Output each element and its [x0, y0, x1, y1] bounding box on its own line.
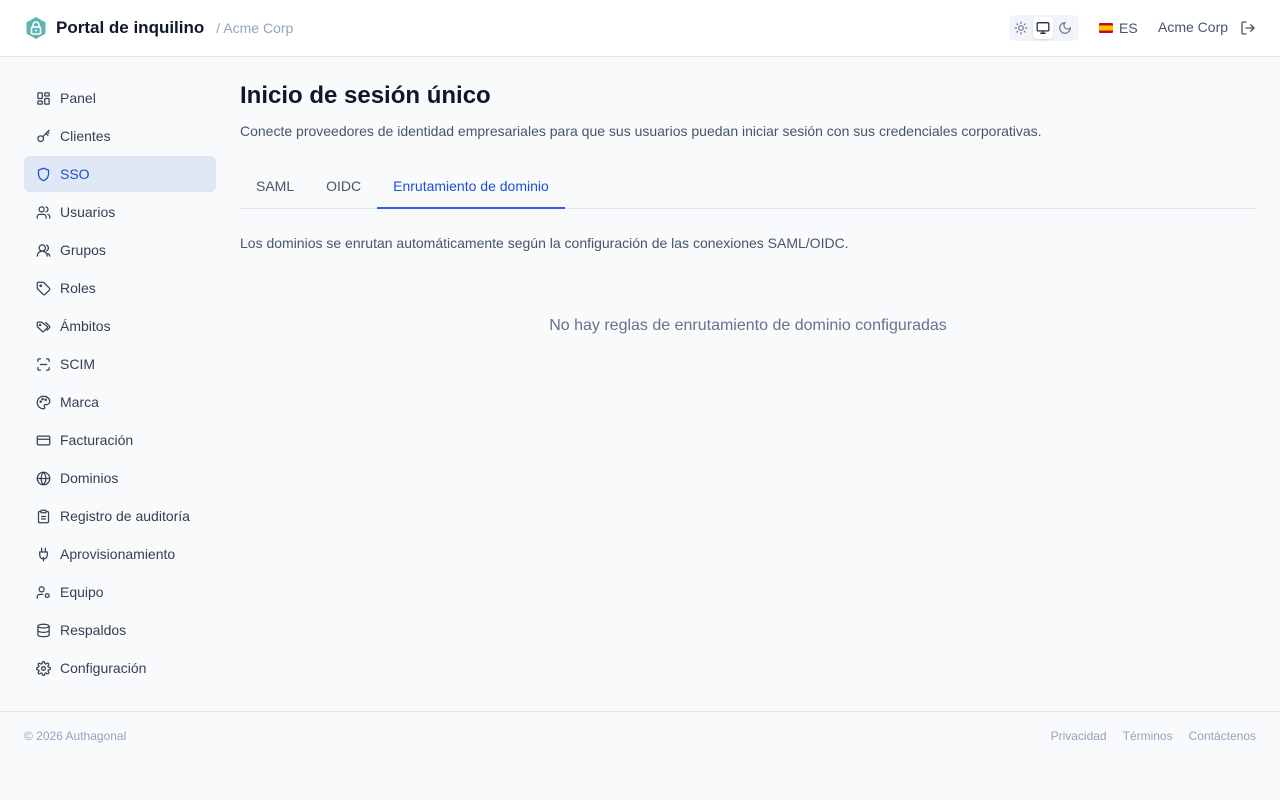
- sidebar-item-label: Clientes: [60, 128, 111, 144]
- sidebar-item-label: Configuración: [60, 660, 147, 676]
- tag-icon: [36, 281, 51, 295]
- sidebar-item-label: Dominios: [60, 470, 119, 486]
- theme-dark-button[interactable]: [1055, 17, 1075, 39]
- sidebar-item-aprovisionamiento[interactable]: Aprovisionamiento: [24, 536, 216, 572]
- moon-icon: [1059, 22, 1071, 34]
- sidebar-item-panel[interactable]: Panel: [24, 80, 216, 116]
- tab-saml[interactable]: SAML: [240, 165, 310, 209]
- sidebar-item-label: Panel: [60, 90, 96, 106]
- sidebar-item-label: Aprovisionamiento: [60, 546, 176, 562]
- sidebar-item-roles[interactable]: Roles: [24, 270, 216, 306]
- clipboard-icon: [37, 509, 50, 523]
- monitor-icon: [1036, 22, 1050, 34]
- sidebar-item-grupos[interactable]: Grupos: [24, 232, 216, 268]
- sidebar-item-marca[interactable]: Marca: [24, 384, 216, 420]
- theme-light-button[interactable]: [1011, 17, 1031, 39]
- logout-icon[interactable]: [1240, 20, 1256, 36]
- domain-routing-info: Los dominios se enrutan automáticamente …: [240, 235, 849, 251]
- sidebar-item-usuarios[interactable]: Usuarios: [24, 194, 216, 230]
- privacy-link[interactable]: Privacidad: [1051, 729, 1107, 743]
- sidebar-item-label: Marca: [60, 394, 99, 410]
- sidebar-item-label: Equipo: [60, 584, 104, 600]
- sidebar-item-scim[interactable]: SCIM: [24, 346, 216, 382]
- tags-icon: [36, 321, 51, 332]
- dashboard-icon: [37, 91, 50, 105]
- gear-icon: [36, 660, 51, 676]
- empty-state-message: No hay reglas de enrutamiento de dominio…: [549, 317, 947, 334]
- footer-links: Privacidad Términos Contáctenos: [1051, 729, 1256, 743]
- sidebar-item-registro-auditoria[interactable]: Registro de auditoría: [24, 498, 216, 534]
- top-bar: Portal de inquilino / Acme Corp ES Acme …: [0, 0, 1280, 57]
- sidebar-item-configuracion[interactable]: Configuración: [24, 650, 216, 686]
- group-icon: [36, 243, 51, 257]
- sidebar: Panel Clientes SSO Usuarios Grupos Roles…: [24, 80, 216, 688]
- account-name[interactable]: Acme Corp: [1158, 19, 1228, 35]
- sidebar-item-label: Respaldos: [60, 622, 127, 638]
- terms-link[interactable]: Términos: [1123, 729, 1173, 743]
- sidebar-item-label: Roles: [60, 280, 96, 296]
- language-selector[interactable]: ES: [1099, 19, 1138, 37]
- page-title: Inicio de sesión único: [240, 82, 491, 109]
- shield-icon: [37, 167, 50, 181]
- sidebar-item-label: Ámbitos: [60, 318, 111, 334]
- theme-system-button[interactable]: [1033, 17, 1053, 39]
- app-title: Portal de inquilino: [56, 18, 205, 37]
- tab-oidc[interactable]: OIDC: [310, 165, 377, 209]
- sidebar-item-respaldos[interactable]: Respaldos: [24, 612, 216, 648]
- sidebar-item-facturacion[interactable]: Facturación: [24, 422, 216, 458]
- brand[interactable]: Portal de inquilino / Acme Corp: [24, 16, 293, 40]
- sidebar-item-label: Registro de auditoría: [60, 508, 190, 524]
- sidebar-item-equipo[interactable]: Equipo: [24, 574, 216, 610]
- database-icon: [37, 623, 50, 637]
- language-code: ES: [1119, 20, 1138, 36]
- sun-icon: [1014, 21, 1028, 35]
- globe-icon: [36, 471, 51, 485]
- contact-link[interactable]: Contáctenos: [1189, 729, 1256, 743]
- footer: © 2026 Authagonal Privacidad Términos Co…: [0, 711, 1280, 800]
- sidebar-item-label: Facturación: [60, 432, 134, 448]
- tenant-breadcrumb: / Acme Corp: [216, 20, 294, 36]
- sidebar-item-sso[interactable]: SSO: [24, 156, 216, 192]
- users-icon: [36, 205, 51, 219]
- sidebar-item-ambitos[interactable]: Ámbitos: [24, 308, 216, 344]
- sidebar-item-label: SSO: [60, 166, 90, 182]
- copyright: © 2026 Authagonal: [24, 729, 127, 743]
- page-description: Conecte proveedores de identidad empresa…: [240, 123, 1042, 139]
- spain-flag-icon: [1099, 23, 1113, 33]
- app-logo-icon: [26, 17, 46, 39]
- sidebar-item-label: Usuarios: [60, 204, 116, 220]
- tab-domain-routing[interactable]: Enrutamiento de dominio: [377, 165, 565, 209]
- sidebar-item-label: SCIM: [60, 356, 95, 372]
- main-content: Inicio de sesión único Conecte proveedor…: [240, 80, 1256, 335]
- sidebar-item-clientes[interactable]: Clientes: [24, 118, 216, 154]
- user-cog-icon: [36, 585, 50, 599]
- sidebar-item-dominios[interactable]: Dominios: [24, 460, 216, 496]
- tab-bar: SAML OIDC Enrutamiento de dominio: [240, 165, 1256, 209]
- scan-icon: [37, 357, 50, 371]
- plug-icon: [39, 547, 48, 561]
- sidebar-item-label: Grupos: [60, 242, 106, 258]
- theme-switcher: [1009, 15, 1079, 41]
- credit-card-icon: [36, 435, 51, 445]
- palette-icon: [36, 395, 51, 409]
- key-icon: [37, 129, 50, 142]
